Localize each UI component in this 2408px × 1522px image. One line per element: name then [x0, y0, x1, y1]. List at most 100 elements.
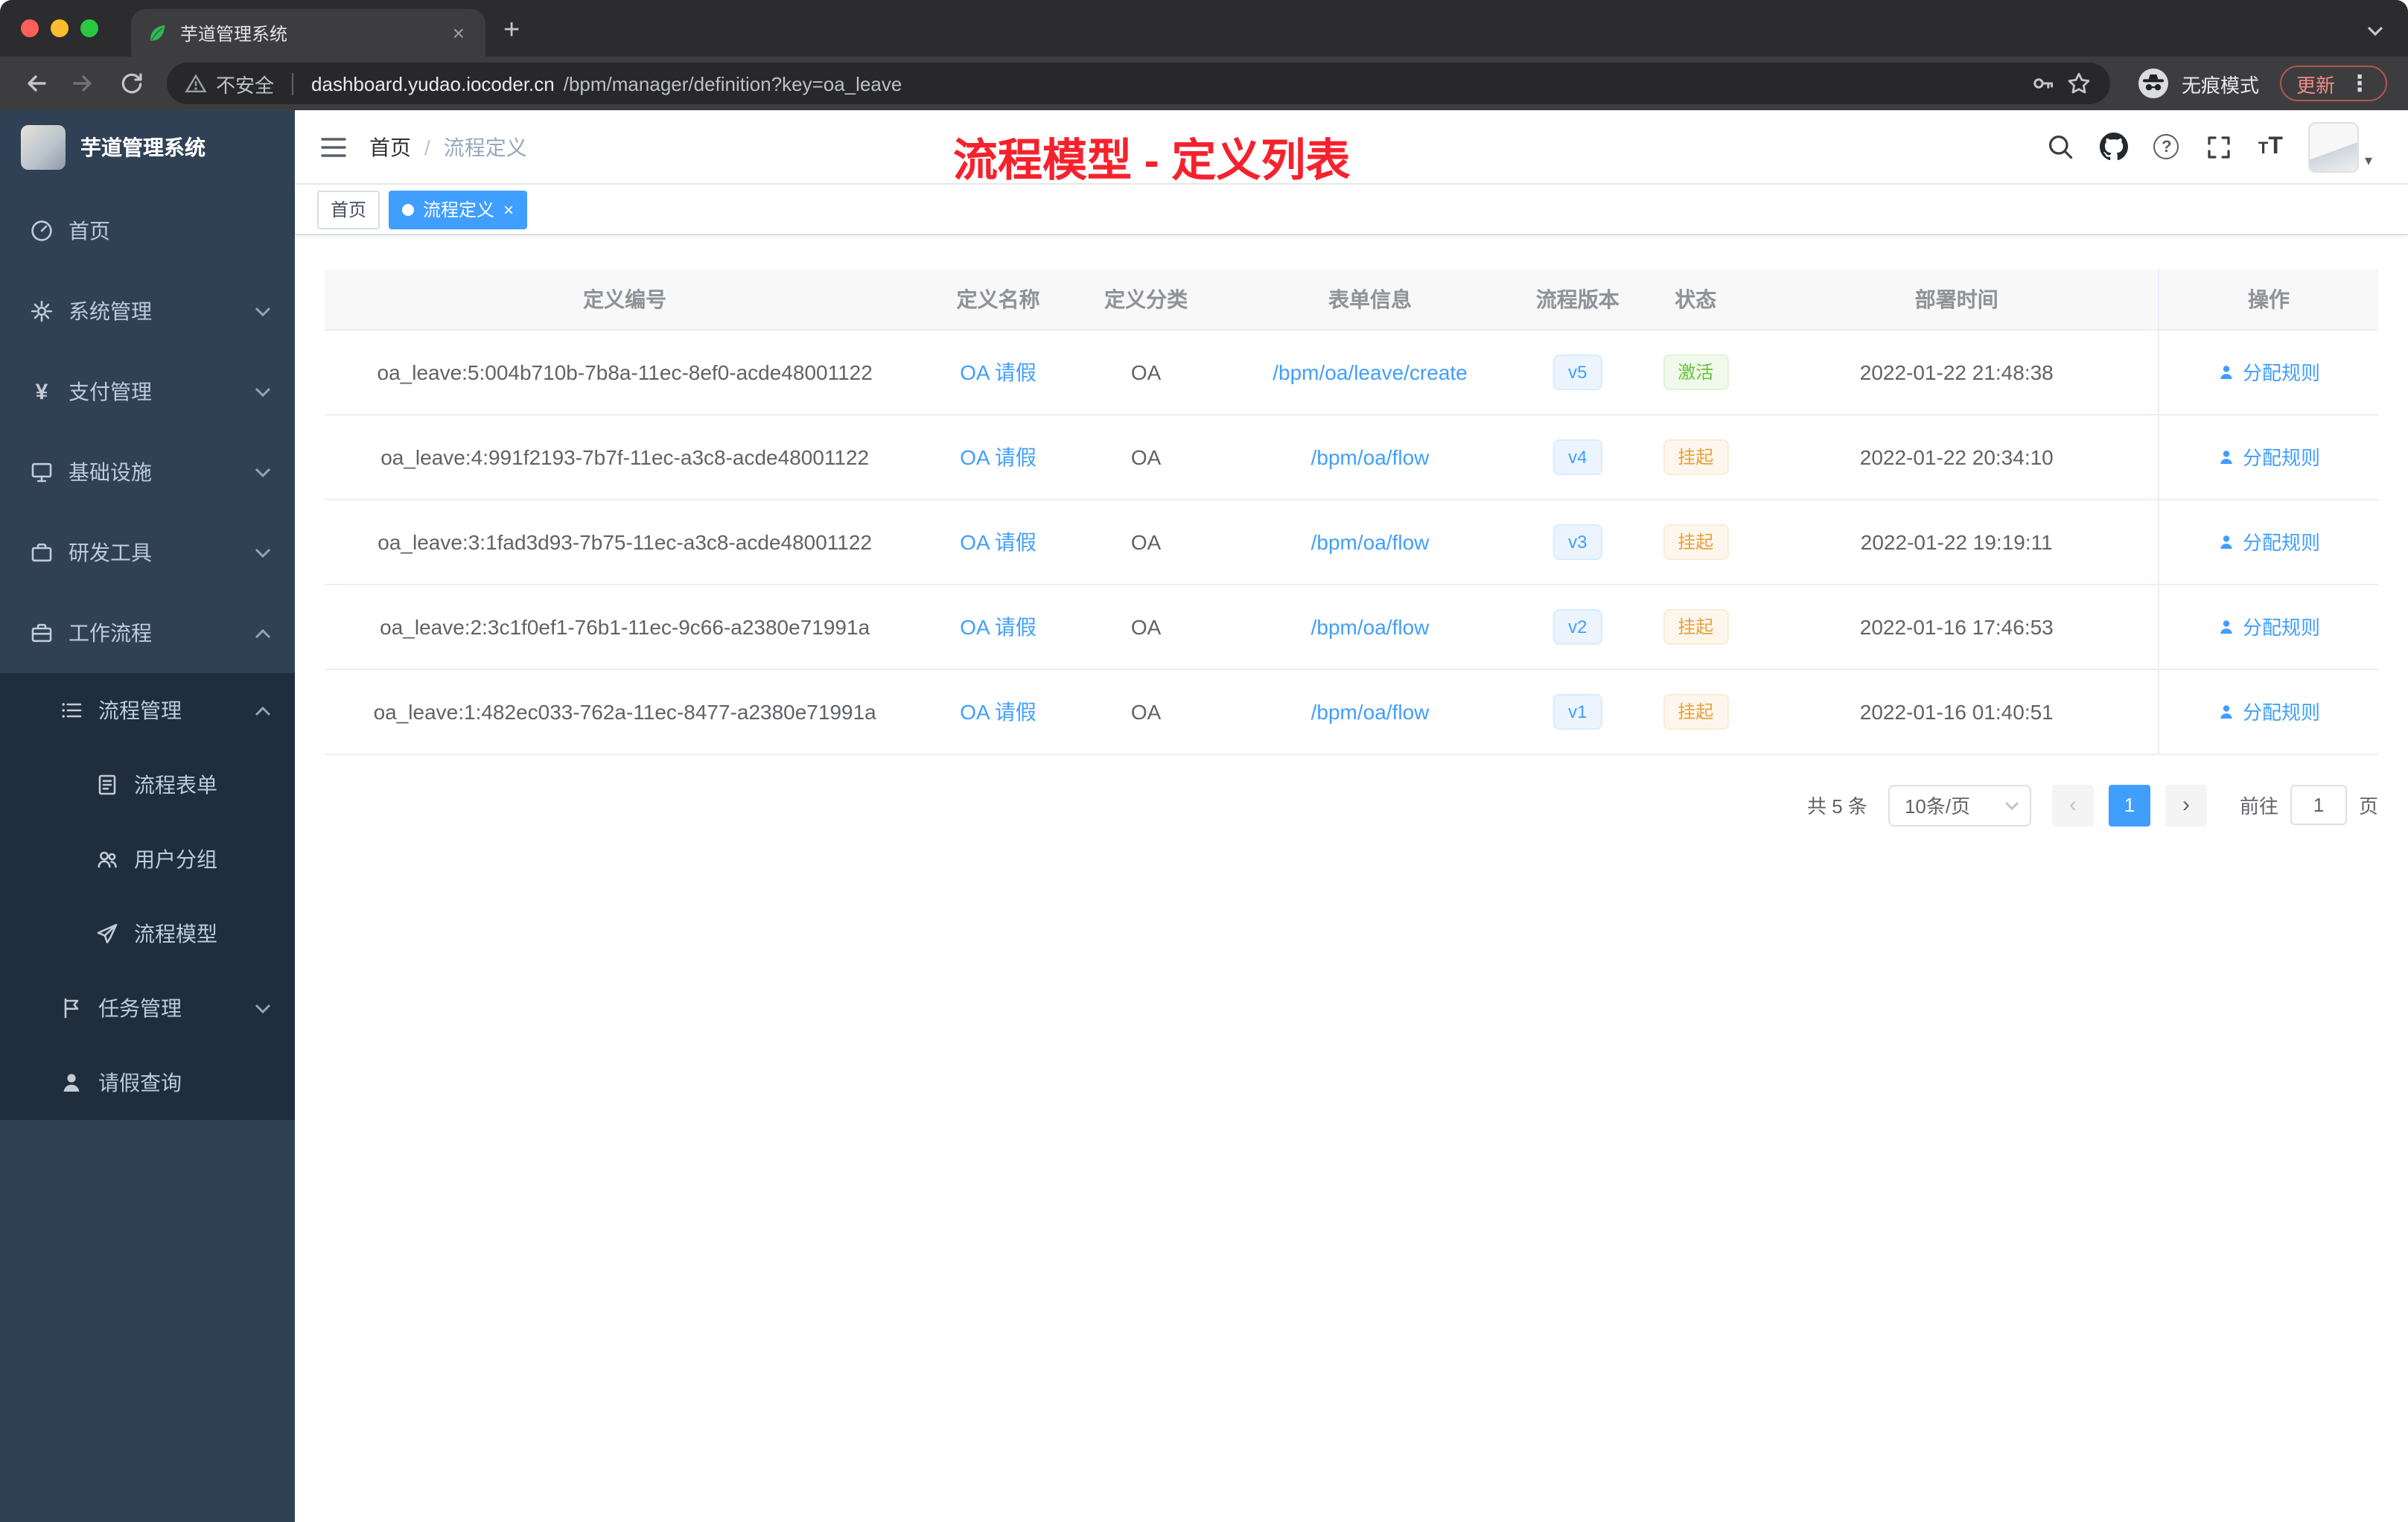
user-menu[interactable]: ▾	[2307, 121, 2372, 172]
sidebar-item-process-form[interactable]: 流程表单	[0, 748, 295, 822]
tag-home[interactable]: 首页	[317, 190, 380, 229]
form-link[interactable]: /bpm/oa/flow	[1311, 614, 1430, 638]
definition-name-link[interactable]: OA 请假	[960, 614, 1036, 638]
prev-page-button[interactable]: ‹	[2051, 784, 2094, 826]
navbar-actions: ? TT ▾	[2047, 121, 2384, 172]
sidebar-item-workflow[interactable]: 工作流程	[0, 593, 295, 673]
tag-process-definition[interactable]: 流程定义 ×	[389, 190, 528, 229]
definition-name-link[interactable]: OA 请假	[960, 699, 1036, 723]
browser-tab-strip: 芋道管理系统 × +	[0, 0, 2408, 57]
person-icon	[2220, 620, 2232, 633]
assign-rule-button[interactable]: 分配规则	[2217, 357, 2320, 386]
chevron-down-icon	[255, 386, 271, 397]
total-count: 共 5 条	[1807, 795, 1867, 818]
forward-button[interactable]	[63, 63, 104, 104]
reload-button[interactable]	[110, 63, 152, 104]
person-icon	[2220, 450, 2232, 463]
definition-id: oa_leave:5:004b710b-7b8a-11ec-8ef0-acde4…	[325, 329, 926, 415]
github-icon[interactable]	[2100, 133, 2129, 161]
toolbox-icon	[31, 543, 52, 562]
sidebar-item-payment[interactable]: ¥ 支付管理	[0, 351, 295, 432]
next-page-button[interactable]: ›	[2165, 784, 2207, 826]
security-label[interactable]: 不安全	[216, 69, 274, 98]
table-row: oa_leave:2:3c1f0ef1-76b1-11ec-9c66-a2380…	[325, 584, 2378, 669]
fullscreen-icon[interactable]	[2205, 133, 2233, 161]
col-header-category: 定义分类	[1071, 270, 1221, 330]
table-row: oa_leave:1:482ec033-762a-11ec-8477-a2380…	[325, 669, 2378, 754]
main-area: 流程模型 - 定义列表 首页 / 流程定义 ? TT ▾ 首页 流程定义 × 定…	[295, 110, 2408, 1522]
sidebar-item-task-management[interactable]: 任务管理	[0, 971, 295, 1045]
sidebar-collapse-icon[interactable]	[319, 132, 348, 162]
browser-menu-icon[interactable]: ⋮	[2348, 70, 2371, 97]
form-link[interactable]: /bpm/oa/flow	[1311, 445, 1430, 468]
breadcrumb-separator: /	[424, 135, 430, 159]
search-icon[interactable]	[2047, 133, 2075, 161]
divider	[292, 72, 294, 95]
url-domain: dashboard.yudao.iocoder.cn	[311, 72, 555, 95]
chevron-down-icon	[255, 547, 271, 558]
address-bar[interactable]: 不安全 dashboard.yudao.iocoder.cn/bpm/manag…	[167, 63, 2110, 104]
chevron-down-icon	[255, 306, 271, 316]
font-size-icon[interactable]: TT	[2258, 133, 2283, 160]
tag-close-icon[interactable]: ×	[503, 200, 514, 218]
version-tag: v5	[1553, 354, 1602, 389]
paper-plane-icon	[97, 923, 118, 943]
definition-name-link[interactable]: OA 请假	[960, 529, 1036, 553]
goto-page: 前往 页	[2240, 785, 2378, 825]
incognito-label: 无痕模式	[2181, 74, 2259, 96]
tab-close-icon[interactable]: ×	[447, 19, 471, 46]
definition-id: oa_leave:1:482ec033-762a-11ec-8477-a2380…	[325, 669, 926, 754]
help-icon[interactable]: ?	[2153, 134, 2179, 159]
monitor-icon	[31, 462, 52, 483]
assign-rule-button[interactable]: 分配规则	[2217, 612, 2320, 640]
minimize-window-button[interactable]	[51, 19, 69, 37]
version-tag: v2	[1553, 608, 1602, 644]
page-size-select[interactable]: 10条/页	[1888, 784, 2031, 826]
close-window-button[interactable]	[21, 19, 39, 37]
page-unit-label: 页	[2358, 795, 2378, 818]
sidebar-item-infrastructure[interactable]: 基础设施	[0, 432, 295, 512]
sidebar-item-home[interactable]: 首页	[0, 191, 295, 271]
definition-id: oa_leave:2:3c1f0ef1-76b1-11ec-9c66-a2380…	[325, 584, 926, 669]
page-number-1[interactable]: 1	[2108, 784, 2150, 826]
sidebar-item-leave-query[interactable]: 请假查询	[0, 1045, 295, 1120]
deploy-time: 2022-01-16 01:40:51	[1755, 669, 2159, 754]
form-link[interactable]: /bpm/oa/flow	[1311, 529, 1430, 553]
sidebar-item-devtools[interactable]: 研发工具	[0, 512, 295, 593]
caret-down-icon: ▾	[2364, 153, 2372, 169]
update-chip[interactable]: 更新 ⋮	[2279, 66, 2387, 101]
assign-rule-button[interactable]: 分配规则	[2217, 697, 2320, 725]
sidebar-item-system[interactable]: 系统管理	[0, 271, 295, 351]
sidebar-item-user-group[interactable]: 用户分组	[0, 822, 295, 897]
tab-search-chevron-icon[interactable]	[2366, 18, 2408, 57]
definition-name-link[interactable]: OA 请假	[960, 445, 1036, 468]
definition-category: OA	[1071, 669, 1221, 754]
tags-view: 首页 流程定义 ×	[295, 185, 2408, 235]
form-link[interactable]: /bpm/oa/leave/create	[1273, 360, 1468, 383]
active-dot	[402, 203, 415, 215]
definition-name-link[interactable]: OA 请假	[960, 360, 1036, 383]
sidebar-item-process-management[interactable]: 流程管理	[0, 673, 295, 748]
status-tag: 挂起	[1663, 439, 1729, 474]
pagination: 共 5 条 10条/页 ‹ 1 › 前往 页	[325, 784, 2378, 826]
form-link[interactable]: /bpm/oa/flow	[1311, 699, 1430, 723]
incognito-badge: 无痕模式	[2137, 67, 2259, 100]
zoom-window-button[interactable]	[80, 19, 98, 37]
browser-tab[interactable]: 芋道管理系统 ×	[131, 9, 485, 57]
sidebar-item-process-model[interactable]: 流程模型	[0, 897, 295, 971]
chevron-down-icon	[255, 467, 271, 477]
goto-page-input[interactable]	[2290, 785, 2347, 825]
sidebar: 芋道管理系统 首页 系统管理 ¥ 支付管理 基础设施 研发工具 工作流程 流程管…	[0, 110, 295, 1522]
password-key-icon[interactable]	[2030, 70, 2057, 97]
assign-rule-button[interactable]: 分配规则	[2217, 527, 2320, 555]
assign-rule-button[interactable]: 分配规则	[2217, 442, 2320, 471]
avatar[interactable]	[2307, 121, 2359, 172]
back-button[interactable]	[15, 63, 57, 104]
new-tab-button[interactable]: +	[485, 15, 538, 57]
bookmark-star-icon[interactable]	[2065, 70, 2092, 97]
breadcrumb-home[interactable]: 首页	[369, 132, 411, 162]
person-icon	[2220, 704, 2232, 718]
definition-table: 定义编号 定义名称 定义分类 表单信息 流程版本 状态 部署时间 操作 oa_l	[325, 270, 2378, 754]
sidebar-logo[interactable]: 芋道管理系统	[0, 110, 295, 185]
top-navbar: 首页 / 流程定义 ? TT ▾	[295, 110, 2408, 185]
